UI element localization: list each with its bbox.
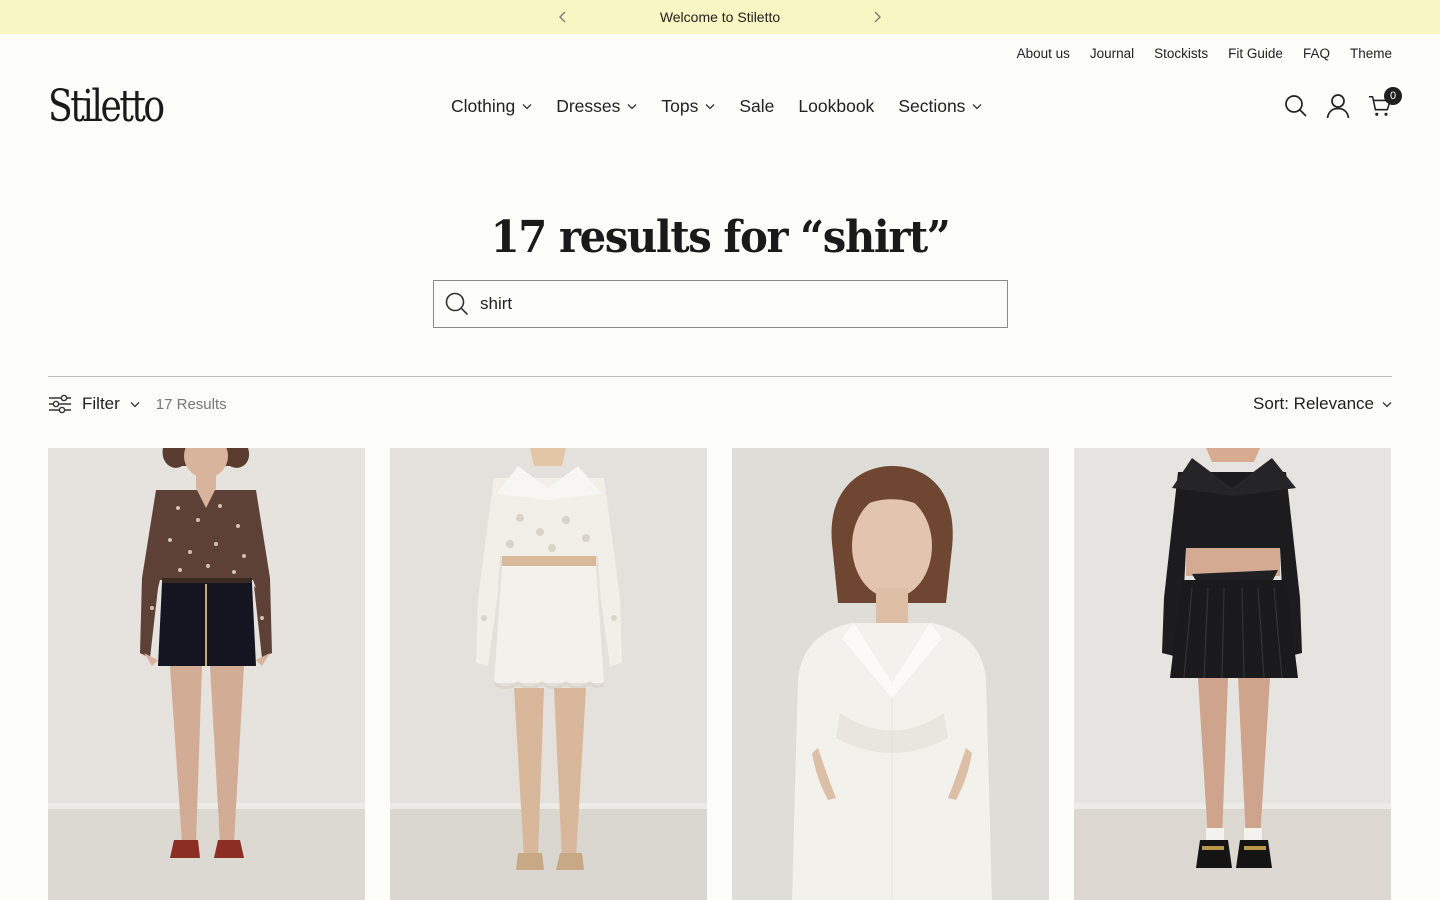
nav-item-lookbook[interactable]: Lookbook bbox=[798, 96, 874, 117]
product-card[interactable] bbox=[48, 448, 365, 900]
page-title: 17 results for “shirt” bbox=[490, 212, 951, 263]
product-image bbox=[1074, 448, 1391, 900]
announcement-text: Welcome to Stiletto bbox=[659, 9, 781, 25]
sort-dropdown[interactable]: Sort: Relevance bbox=[1253, 394, 1392, 414]
nav-item-label: Lookbook bbox=[798, 96, 875, 116]
filter-button[interactable]: Filter bbox=[48, 394, 140, 414]
cart-count-badge: 0 bbox=[1384, 87, 1402, 105]
search-icon[interactable] bbox=[434, 292, 480, 316]
chevron-right-icon[interactable] bbox=[869, 9, 885, 25]
nav-item-clothing[interactable]: Clothing bbox=[451, 96, 532, 117]
nav-item-label: Sale bbox=[739, 96, 775, 116]
utility-link-stockists[interactable]: Stockists bbox=[1154, 46, 1208, 61]
account-icon[interactable] bbox=[1326, 93, 1350, 119]
nav-item-label: Clothing bbox=[451, 96, 516, 116]
chevron-down-icon bbox=[522, 104, 532, 110]
result-count: 17 Results bbox=[155, 395, 227, 413]
announcement-bar: Welcome to Stiletto bbox=[0, 0, 1440, 34]
nav-item-label: Tops bbox=[661, 96, 699, 116]
product-card[interactable] bbox=[390, 448, 707, 900]
chevron-down-icon bbox=[705, 104, 715, 110]
divider bbox=[48, 376, 1392, 377]
utility-link-faq[interactable]: FAQ bbox=[1303, 46, 1330, 61]
product-image bbox=[732, 448, 1049, 900]
nav-item-sale[interactable]: Sale bbox=[739, 96, 774, 117]
search-input[interactable] bbox=[480, 294, 980, 314]
logo[interactable]: Stiletto bbox=[48, 82, 165, 132]
product-image bbox=[390, 448, 707, 900]
search-icon[interactable] bbox=[1284, 93, 1308, 119]
chevron-down-icon bbox=[972, 104, 982, 110]
nav-item-sections[interactable]: Sections bbox=[898, 96, 982, 117]
chevron-down-icon bbox=[1382, 401, 1392, 407]
product-grid bbox=[48, 448, 1392, 900]
search-form bbox=[433, 280, 1008, 328]
chevron-left-icon[interactable] bbox=[555, 9, 571, 25]
header-actions: 0 bbox=[1284, 87, 1402, 119]
utility-link-theme[interactable]: Theme bbox=[1350, 46, 1392, 61]
cart-icon[interactable]: 0 bbox=[1368, 87, 1402, 119]
utility-link-journal[interactable]: Journal bbox=[1090, 46, 1134, 61]
utility-nav: About us Journal Stockists Fit Guide FAQ… bbox=[1017, 46, 1392, 61]
filter-label: Filter bbox=[82, 394, 120, 413]
chevron-down-icon bbox=[130, 401, 140, 407]
filter-bar: Filter 17 Results Sort: Relevance bbox=[48, 392, 1392, 416]
nav-item-tops[interactable]: Tops bbox=[661, 96, 715, 117]
utility-link-fit-guide[interactable]: Fit Guide bbox=[1228, 46, 1283, 61]
nav-item-dresses[interactable]: Dresses bbox=[556, 96, 637, 117]
product-image bbox=[48, 448, 365, 900]
product-card[interactable] bbox=[732, 448, 1049, 900]
sort-label: Sort: Relevance bbox=[1253, 394, 1374, 413]
chevron-down-icon bbox=[627, 104, 637, 110]
nav-item-label: Dresses bbox=[556, 96, 621, 116]
utility-link-about[interactable]: About us bbox=[1017, 46, 1070, 61]
sliders-icon bbox=[49, 394, 71, 414]
product-card[interactable] bbox=[1074, 448, 1391, 900]
nav-item-label: Sections bbox=[898, 96, 966, 116]
main-nav: Clothing Dresses Tops Sale Lookbook Sect… bbox=[451, 96, 982, 117]
